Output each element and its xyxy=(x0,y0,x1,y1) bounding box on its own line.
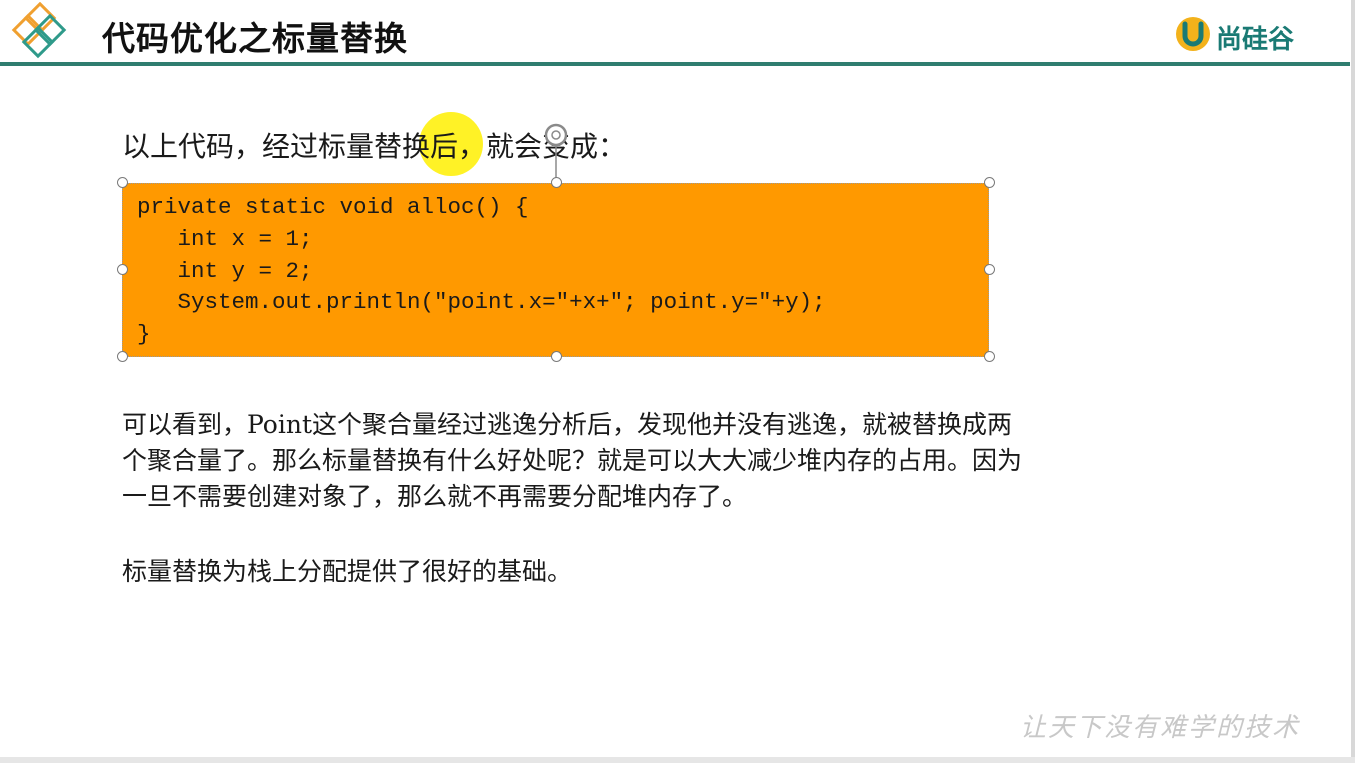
code-line: private static void alloc() { xyxy=(137,194,529,220)
slide-header: 代码优化之标量替换 尚硅谷 xyxy=(0,0,1350,68)
rotate-handle-icon[interactable] xyxy=(541,120,571,184)
watermark-slogan: 让天下没有难学的技术 xyxy=(1020,713,1301,743)
code-line: int y = 2; xyxy=(137,257,313,284)
brand-name: 尚硅谷 xyxy=(1216,25,1295,55)
code-textbox[interactable]: private static void alloc() { int x = 1;… xyxy=(122,183,989,357)
resize-handle-top-left[interactable] xyxy=(117,177,128,188)
resize-handle-bottom[interactable] xyxy=(551,351,562,362)
paragraph-line: 个聚合量了。那么标量替换有什么好处呢？就是可以大大减少堆内存的占用。因为 xyxy=(122,446,1023,475)
diamond-logo-icon xyxy=(11,2,67,59)
code-line: } xyxy=(137,321,151,348)
resize-handle-top-right[interactable] xyxy=(984,177,995,188)
explanation-paragraph: 可以看到，Point这个聚合量经过逃逸分析后，发现他并没有逃逸，就被替换成两 个… xyxy=(122,407,1212,515)
code-line: int x = 1; xyxy=(137,225,313,252)
window-edge-bottom xyxy=(0,757,1355,763)
paragraph-line: 一旦不需要创建对象了，那么就不再需要分配堆内存了。 xyxy=(122,482,748,511)
slide: 代码优化之标量替换 尚硅谷 以上代码，经过标量替换后，就会变成： private… xyxy=(0,0,1355,763)
window-edge-right xyxy=(1351,0,1355,763)
resize-handle-bottom-left[interactable] xyxy=(117,351,128,362)
title-rule xyxy=(0,62,1350,66)
summary-text: 标量替换为栈上分配提供了很好的基础。 xyxy=(122,557,573,586)
paragraph-line: 可以看到，Point这个聚合量经过逃逸分析后，发现他并没有逃逸，就被替换成两 xyxy=(122,410,1013,439)
resize-handle-left[interactable] xyxy=(117,264,128,275)
brand-u-icon xyxy=(1176,17,1210,51)
code-line: System.out.println("point.x="+x+"; point… xyxy=(137,289,826,316)
resize-handle-right[interactable] xyxy=(984,264,995,275)
resize-handle-top[interactable] xyxy=(551,177,562,188)
code-block[interactable]: private static void alloc() { int x = 1;… xyxy=(137,192,826,351)
resize-handle-bottom-right[interactable] xyxy=(984,351,995,362)
slide-title: 代码优化之标量替换 xyxy=(102,19,408,58)
